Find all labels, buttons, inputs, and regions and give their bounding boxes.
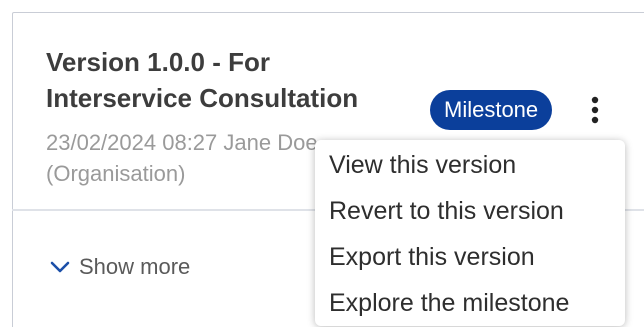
chevron-down-icon bbox=[50, 261, 70, 273]
menu-item-export-version[interactable]: Export this version bbox=[315, 234, 625, 280]
menu-item-explore-milestone[interactable]: Explore the milestone bbox=[315, 280, 625, 326]
menu-item-view-version[interactable]: View this version bbox=[315, 142, 625, 188]
show-more-button[interactable]: Show more bbox=[50, 247, 190, 287]
menu-item-revert-version[interactable]: Revert to this version bbox=[315, 188, 625, 234]
show-more-label: Show more bbox=[79, 254, 191, 279]
version-actions-menu: View this version Revert to this version… bbox=[315, 140, 625, 326]
version-menu-button[interactable] bbox=[582, 92, 608, 128]
version-title: Version 1.0.0 - For Interservice Consult… bbox=[46, 47, 359, 113]
milestone-badge: Milestone bbox=[430, 90, 553, 130]
version-meta: 23/02/2024 08:27 Jane Doe (Organisation) bbox=[46, 130, 318, 186]
version-history-panel: Version 1.0.0 - For Interservice Consult… bbox=[0, 0, 644, 327]
kebab-menu-icon bbox=[591, 96, 599, 124]
